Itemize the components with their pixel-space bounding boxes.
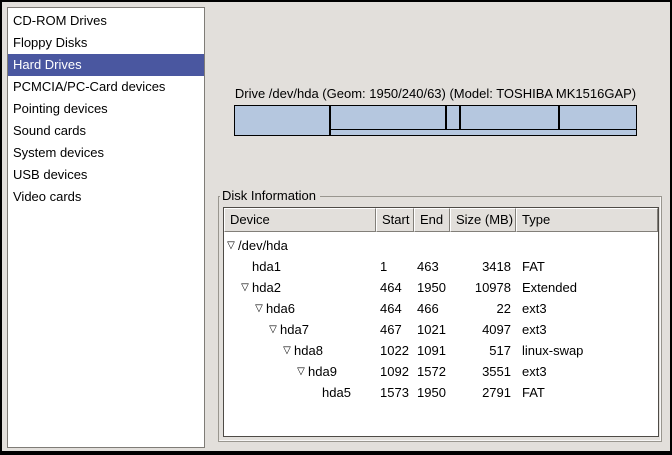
start-cell: 1 (376, 256, 414, 277)
tree-indent (224, 287, 238, 288)
device-name: hda5 (322, 382, 351, 403)
sidebar-item-system-devices[interactable]: System devices (8, 142, 204, 164)
extended-partition-contents (331, 106, 636, 130)
type-cell: ext3 (516, 298, 658, 319)
sidebar-item-video-cards[interactable]: Video cards (8, 186, 204, 208)
partition-segment-hda2 (330, 106, 636, 135)
start-cell (376, 235, 414, 256)
device-category-list: CD-ROM DrivesFloppy DisksHard DrivesPCMC… (7, 7, 205, 448)
expander-icon[interactable]: ▽ (266, 319, 280, 340)
expander-icon[interactable]: ▽ (280, 340, 294, 361)
expander-icon[interactable]: ▽ (252, 298, 266, 319)
device-name: hda6 (266, 298, 295, 319)
size-cell: 10978 (450, 277, 516, 298)
start-cell: 464 (376, 298, 414, 319)
sidebar-item-pcmcia-pc-card-devices[interactable]: PCMCIA/PC-Card devices (8, 76, 204, 98)
start-cell: 1573 (376, 382, 414, 403)
sidebar-item-usb-devices[interactable]: USB devices (8, 164, 204, 186)
table-row-hda6[interactable]: ▽hda646446622ext3 (224, 298, 658, 319)
end-cell: 1572 (414, 361, 450, 382)
disk-information-frame: Disk Information DeviceStartEndSize (MB)… (218, 196, 662, 442)
size-cell: 2791 (450, 382, 516, 403)
table-row--dev-hda[interactable]: ▽/dev/hda (224, 235, 658, 256)
sidebar-item-floppy-disks[interactable]: Floppy Disks (8, 32, 204, 54)
start-cell: 464 (376, 277, 414, 298)
size-cell: 3551 (450, 361, 516, 382)
device-cell: ▽hda8 (224, 340, 376, 361)
end-cell: 1091 (414, 340, 450, 361)
column-header-type[interactable]: Type (516, 208, 658, 232)
table-row-hda8[interactable]: ▽hda810221091517linux-swap (224, 340, 658, 361)
size-cell: 3418 (450, 256, 516, 277)
table-row-hda7[interactable]: ▽hda746710214097ext3 (224, 319, 658, 340)
table-row-hda5[interactable]: hda5 157319502791FAT (224, 382, 658, 403)
device-name: hda1 (252, 256, 281, 277)
device-cell: ▽hda6 (224, 298, 376, 319)
column-header-start[interactable]: Start (376, 208, 414, 232)
type-cell: FAT (516, 256, 658, 277)
column-header-size-mb-[interactable]: Size (MB) (450, 208, 516, 232)
start-cell: 1092 (376, 361, 414, 382)
device-cell: ▽hda9 (224, 361, 376, 382)
tree-indent (224, 350, 280, 351)
device-name: hda2 (252, 277, 281, 298)
sidebar-item-sound-cards[interactable]: Sound cards (8, 120, 204, 142)
table-row-hda2[interactable]: ▽hda2464195010978Extended (224, 277, 658, 298)
tree-indent (224, 371, 294, 372)
end-cell: 466 (414, 298, 450, 319)
end-cell: 1950 (414, 382, 450, 403)
end-cell: 1950 (414, 277, 450, 298)
disk-information-label: Disk Information (220, 188, 320, 204)
size-cell (450, 235, 516, 256)
expander-icon[interactable]: ▽ (238, 277, 252, 298)
end-cell: 1021 (414, 319, 450, 340)
tree-indent (224, 266, 238, 267)
partition-bar (234, 105, 637, 136)
sidebar-item-hard-drives[interactable]: Hard Drives (8, 54, 204, 76)
expander-icon[interactable]: ▽ (224, 235, 238, 256)
start-cell: 1022 (376, 340, 414, 361)
device-name: /dev/hda (238, 235, 288, 256)
table-row-hda1[interactable]: hda1 14633418FAT (224, 256, 658, 277)
drive-title: Drive /dev/hda (Geom: 1950/240/63) (Mode… (234, 86, 637, 101)
type-cell: ext3 (516, 319, 658, 340)
tree-indent (224, 329, 266, 330)
device-cell: ▽hda2 (224, 277, 376, 298)
table-row-hda9[interactable]: ▽hda9109215723551ext3 (224, 361, 658, 382)
device-name: hda9 (308, 361, 337, 382)
end-cell: 463 (414, 256, 450, 277)
sidebar-item-cd-rom-drives[interactable]: CD-ROM Drives (8, 10, 204, 32)
partition-table: DeviceStartEndSize (MB)Type ▽/dev/hdahda… (223, 207, 659, 437)
tree-indent (224, 308, 252, 309)
end-cell (414, 235, 450, 256)
type-cell: linux-swap (516, 340, 658, 361)
size-cell: 517 (450, 340, 516, 361)
device-cell: hda1 (224, 256, 376, 277)
type-cell: ext3 (516, 361, 658, 382)
partition-segment-hda9 (459, 106, 558, 129)
partition-table-body: ▽/dev/hdahda114633418FAT▽hda246419501097… (224, 232, 658, 403)
device-cell: ▽/dev/hda (224, 235, 376, 256)
tree-indent (224, 392, 308, 393)
start-cell: 467 (376, 319, 414, 340)
device-name: hda7 (280, 319, 309, 340)
column-header-end[interactable]: End (414, 208, 450, 232)
hardware-browser-window: CD-ROM DrivesFloppy DisksHard DrivesPCMC… (0, 0, 672, 455)
type-cell: Extended (516, 277, 658, 298)
size-cell: 22 (450, 298, 516, 319)
partition-segment-hda7 (331, 106, 445, 129)
partition-segment-hda8 (445, 106, 459, 129)
partition-segment-hda5 (558, 106, 635, 129)
type-cell (516, 235, 658, 256)
partition-segment-hda1 (235, 106, 330, 135)
column-header-device[interactable]: Device (224, 208, 376, 232)
device-cell: hda5 (224, 382, 376, 403)
device-cell: ▽hda7 (224, 319, 376, 340)
device-name: hda8 (294, 340, 323, 361)
type-cell: FAT (516, 382, 658, 403)
sidebar-item-pointing-devices[interactable]: Pointing devices (8, 98, 204, 120)
partition-table-header: DeviceStartEndSize (MB)Type (224, 208, 658, 232)
size-cell: 4097 (450, 319, 516, 340)
expander-icon[interactable]: ▽ (294, 361, 308, 382)
